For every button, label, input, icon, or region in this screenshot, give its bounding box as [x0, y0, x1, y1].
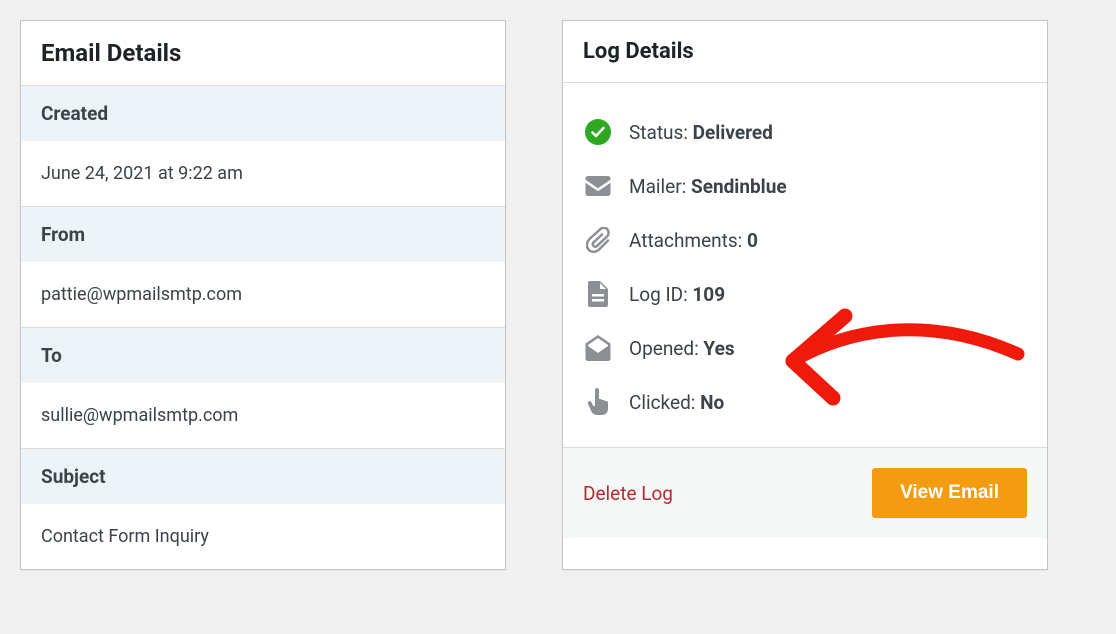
mailer-label: Mailer: — [629, 175, 691, 198]
mailer-value: Sendinblue — [691, 175, 787, 198]
subject-label: Subject — [21, 449, 505, 504]
to-label: To — [21, 328, 505, 383]
attachments-row: Attachments: 0 — [583, 213, 1027, 267]
file-icon — [583, 281, 613, 307]
from-value: pattie@wpmailsmtp.com — [21, 262, 505, 328]
opened-row: Opened: Yes — [583, 321, 1027, 375]
check-circle-icon — [583, 119, 613, 145]
logid-row: Log ID: 109 — [583, 267, 1027, 321]
email-details-panel: Email Details Created June 24, 2021 at 9… — [20, 20, 506, 570]
log-details-title: Log Details — [583, 39, 1027, 64]
clicked-value: No — [700, 391, 724, 414]
email-details-header: Email Details — [21, 21, 505, 86]
clicked-row: Clicked: No — [583, 375, 1027, 429]
clicked-label: Clicked: — [629, 391, 700, 414]
delete-log-link[interactable]: Delete Log — [583, 482, 673, 505]
log-footer: Delete Log View Email — [563, 447, 1047, 538]
opened-value: Yes — [703, 337, 734, 360]
status-value: Delivered — [693, 121, 773, 144]
envelope-icon — [583, 173, 613, 199]
envelope-open-icon — [583, 335, 613, 361]
status-label: Status: — [629, 121, 693, 144]
paperclip-icon — [583, 227, 613, 253]
created-value: June 24, 2021 at 9:22 am — [21, 141, 505, 207]
created-label: Created — [21, 86, 505, 141]
attachments-value: 0 — [747, 229, 758, 252]
mailer-row: Mailer: Sendinblue — [583, 159, 1027, 213]
pointer-icon — [583, 389, 613, 415]
view-email-button[interactable]: View Email — [872, 468, 1027, 518]
logid-value: 109 — [692, 283, 725, 306]
log-details-panel: Log Details Status: Delivered Mailer: — [562, 20, 1048, 570]
log-details-header: Log Details — [563, 21, 1047, 83]
email-details-title: Email Details — [41, 39, 485, 67]
from-label: From — [21, 207, 505, 262]
logid-label: Log ID: — [629, 283, 692, 306]
attachments-label: Attachments: — [629, 229, 747, 252]
subject-value: Contact Form Inquiry — [21, 504, 505, 569]
status-row: Status: Delivered — [583, 105, 1027, 159]
to-value: sullie@wpmailsmtp.com — [21, 383, 505, 449]
opened-label: Opened: — [629, 337, 703, 360]
